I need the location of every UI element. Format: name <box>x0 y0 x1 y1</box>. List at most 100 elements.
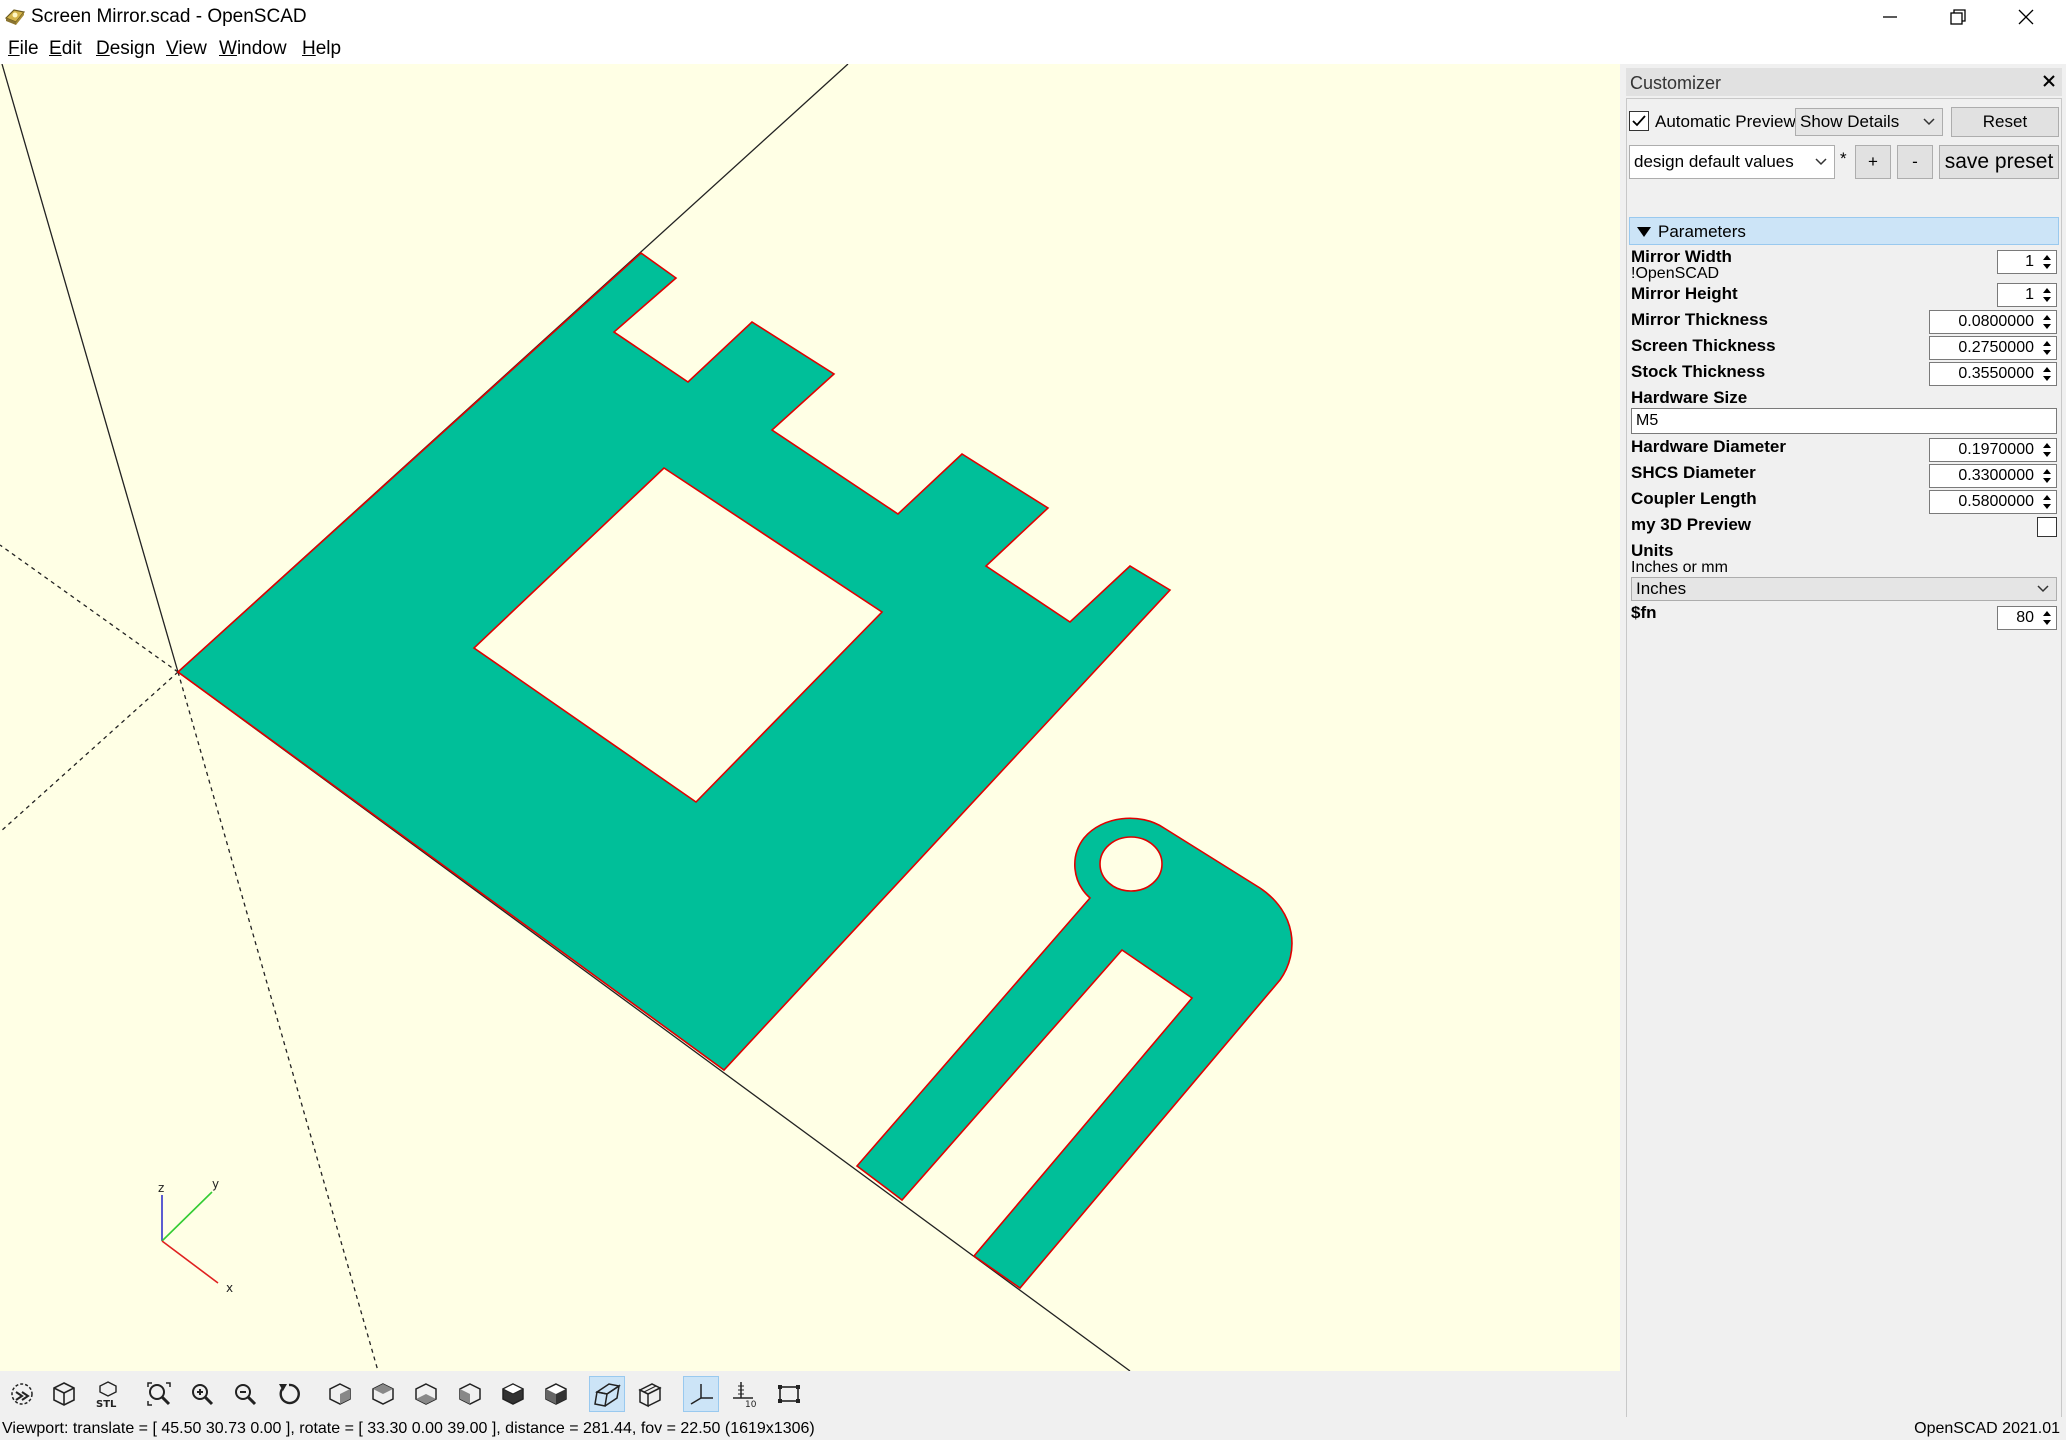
remove-preset-button[interactable]: - <box>1897 145 1933 179</box>
param-hardware-diameter-value: 0.1970000 <box>1958 441 2034 458</box>
param-hardware-size-label: Hardware Size <box>1631 388 1748 407</box>
save-preset-button[interactable]: save preset <box>1939 145 2059 179</box>
spin-arrows-icon[interactable] <box>2040 440 2054 460</box>
param-3d-preview-checkbox[interactable] <box>2037 517 2057 537</box>
zoom-in-button[interactable] <box>184 1376 220 1412</box>
customizer-header: Customizer <box>1626 68 2062 96</box>
param-coupler-length-spinbox[interactable]: 0.5800000 <box>1929 490 2057 514</box>
view-all-icon <box>147 1382 171 1406</box>
param-mirror-height-value: 1 <box>2025 286 2034 303</box>
param-stock-thickness-spinbox[interactable]: 0.3550000 <box>1929 362 2057 386</box>
spin-arrows-icon[interactable] <box>2040 285 2054 305</box>
preset-select[interactable]: design default values <box>1629 145 1835 179</box>
details-select[interactable]: Show Details <box>1795 108 1943 136</box>
reset-view-icon <box>279 1383 300 1405</box>
add-preset-button[interactable]: + <box>1855 145 1891 179</box>
param-shcs-diameter-spinbox[interactable]: 0.3300000 <box>1929 464 2057 488</box>
reset-view-button[interactable] <box>271 1376 307 1412</box>
svg-text:10: 10 <box>745 1400 757 1408</box>
param-screen-thickness-label: Screen Thickness <box>1631 336 1776 355</box>
spin-arrows-icon[interactable] <box>2040 466 2054 486</box>
param-mirror-height-spinbox[interactable]: 1 <box>1997 283 2057 307</box>
param-hardware-diameter-spinbox[interactable]: 0.1970000 <box>1929 438 2057 462</box>
automatic-preview-checkbox[interactable] <box>1629 111 1649 131</box>
menu-design[interactable]: Design <box>96 38 155 60</box>
param-fn-spinbox[interactable]: 80 <box>1997 606 2057 630</box>
status-bar: Viewport: translate = [ 45.50 30.73 0.00… <box>0 1417 2066 1440</box>
param-coupler-length-value: 0.5800000 <box>1958 493 2034 510</box>
reset-button-label: Reset <box>1982 112 2028 131</box>
viewport-canvas[interactable]: z y x <box>0 64 1620 1371</box>
show-edges-button[interactable] <box>771 1376 807 1412</box>
param-hardware-size-input[interactable]: M5 <box>1631 408 2057 434</box>
render-button[interactable] <box>46 1376 82 1412</box>
zoom-out-icon <box>235 1384 257 1406</box>
spin-arrows-icon[interactable] <box>2040 364 2054 384</box>
restore-button[interactable] <box>1924 0 1992 34</box>
view-back-icon <box>545 1383 567 1405</box>
export-stl-button[interactable]: STL <box>90 1376 126 1412</box>
perspective-button[interactable] <box>589 1376 625 1412</box>
spin-arrows-icon[interactable] <box>2040 252 2054 272</box>
view-right-button[interactable] <box>322 1376 358 1412</box>
param-units-label: Units <box>1631 541 1674 560</box>
spin-arrows-icon[interactable] <box>2040 338 2054 358</box>
viewport-status-text: Viewport: translate = [ 45.50 30.73 0.00… <box>2 1420 815 1437</box>
reset-button[interactable]: Reset <box>1951 107 2059 137</box>
view-right-icon <box>329 1383 351 1405</box>
view-front-icon <box>501 1383 525 1405</box>
param-fn-value: 80 <box>2016 609 2034 626</box>
param-mirror-width-desc: !OpenSCAD <box>1631 265 1720 282</box>
coupler-shape[interactable] <box>855 817 1293 1290</box>
view-all-button[interactable] <box>141 1376 177 1412</box>
axes-gizmo: z y x <box>158 1177 233 1295</box>
close-window-button[interactable] <box>1992 0 2060 34</box>
param-mirror-thickness-value: 0.0800000 <box>1958 313 2034 330</box>
gizmo-x-label: x <box>226 1281 233 1295</box>
view-top-icon <box>372 1383 394 1405</box>
chevron-down-icon <box>1815 158 1827 166</box>
view-back-button[interactable] <box>538 1376 574 1412</box>
close-icon[interactable] <box>2040 72 2058 90</box>
param-fn-label: $fn <box>1631 603 1657 622</box>
param-mirror-thickness-spinbox[interactable]: 0.0800000 <box>1929 310 2057 334</box>
param-screen-thickness-spinbox[interactable]: 0.2750000 <box>1929 336 2057 360</box>
spin-arrows-icon[interactable] <box>2040 312 2054 332</box>
spin-arrows-icon[interactable] <box>2040 492 2054 512</box>
view-toolbar: STL 10 <box>0 1371 1620 1417</box>
menu-edit[interactable]: Edit <box>49 38 82 60</box>
menu-window[interactable]: Window <box>219 38 287 60</box>
param-shcs-diameter-value: 0.3300000 <box>1958 467 2034 484</box>
openscad-window: Screen Mirror.scad - OpenSCAD File Edit … <box>0 0 2066 1440</box>
show-axes-button[interactable] <box>683 1376 719 1412</box>
view-bottom-button[interactable] <box>408 1376 444 1412</box>
3d-viewport[interactable]: z y x <box>0 64 1620 1371</box>
menu-help[interactable]: Help <box>302 38 341 60</box>
view-left-button[interactable] <box>452 1376 488 1412</box>
param-units-select[interactable]: Inches <box>1631 577 2057 601</box>
spin-arrows-icon[interactable] <box>2040 608 2054 628</box>
view-top-button[interactable] <box>365 1376 401 1412</box>
svg-text:STL: STL <box>96 1399 117 1408</box>
view-left-icon <box>459 1383 481 1405</box>
export-stl-icon: STL <box>96 1381 117 1408</box>
preview-button[interactable] <box>4 1376 40 1412</box>
show-axes-icon <box>690 1384 713 1405</box>
view-front-button[interactable] <box>495 1376 531 1412</box>
param-mirror-width-spinbox[interactable]: 1 <box>1997 250 2057 274</box>
perspective-icon <box>594 1383 621 1407</box>
menu-file[interactable]: File <box>8 38 39 60</box>
show-scale-markers-button[interactable]: 10 <box>727 1376 763 1412</box>
zoom-out-button[interactable] <box>227 1376 263 1412</box>
parameters-group-label: Parameters <box>1658 222 1746 241</box>
param-mirror-height-label: Mirror Height <box>1631 284 1738 303</box>
menu-view[interactable]: View <box>166 38 207 60</box>
orthogonal-button[interactable] <box>632 1376 668 1412</box>
param-hardware-diameter-label: Hardware Diameter <box>1631 437 1786 456</box>
parameters-group-header[interactable]: Parameters <box>1629 217 2059 245</box>
mirror-frame-shape[interactable] <box>176 251 1172 1072</box>
param-units-desc: Inches or mm <box>1631 559 1728 576</box>
minimize-button[interactable] <box>1856 0 1924 34</box>
param-3d-preview-label: my 3D Preview <box>1631 515 1752 534</box>
title-bar: Screen Mirror.scad - OpenSCAD <box>0 0 2066 34</box>
